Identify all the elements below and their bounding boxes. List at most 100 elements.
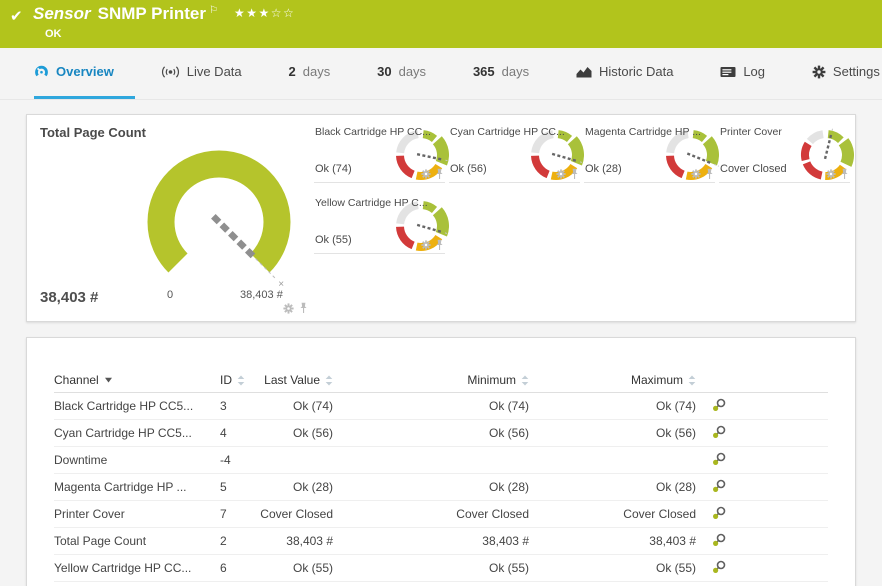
small-gauge-actions <box>826 168 849 180</box>
tab-label: Log <box>743 64 765 79</box>
col-header-minimum[interactable]: Minimum <box>333 373 529 387</box>
gauge-black-cartridge-hp-cc[interactable]: Black Cartridge HP CC... Ok (74) <box>314 119 445 183</box>
tab-label: Live Data <box>187 64 242 79</box>
table-row[interactable]: Downtime-4 <box>54 447 828 474</box>
gauge-yellow-cartridge-hp-c[interactable]: Yellow Cartridge HP C...Ok (55) <box>314 190 445 254</box>
cell-id: 3 <box>220 399 260 413</box>
col-header-label: Channel <box>54 373 99 387</box>
cell-channel: Cyan Cartridge HP CC5... <box>54 426 220 440</box>
cell-actions <box>696 479 828 496</box>
pin-icon[interactable] <box>705 168 714 180</box>
col-header-channel[interactable]: Channel <box>54 373 220 387</box>
gear-icon[interactable] <box>421 240 431 250</box>
cell-actions <box>696 506 828 523</box>
tab-live-data[interactable]: Live Data <box>161 64 242 79</box>
small-gauge-actions <box>421 168 444 180</box>
channel-settings-icon[interactable] <box>712 479 727 493</box>
small-gauge-actions <box>691 168 714 180</box>
main-gauge-actions <box>283 302 308 314</box>
status-ok-check-icon: ✔ <box>10 7 23 25</box>
gear-icon[interactable] <box>556 169 566 179</box>
cell-max: Ok (28) <box>529 480 696 494</box>
pin-icon[interactable] <box>840 168 849 180</box>
main-gauge-max-label: 38,403 # <box>240 289 283 301</box>
tab-2-days[interactable]: 2days <box>289 64 331 79</box>
gauge-icon <box>34 65 49 79</box>
table-row[interactable]: Cyan Cartridge HP CC5...4Ok (56)Ok (56)O… <box>54 420 828 447</box>
small-gauge-status: Ok (74) <box>315 163 352 175</box>
gear-icon[interactable] <box>826 169 836 179</box>
channel-settings-icon[interactable] <box>712 506 727 520</box>
tab-365-days[interactable]: 365 days <box>473 64 529 79</box>
cell-actions <box>696 560 828 577</box>
gear-icon[interactable] <box>691 169 701 179</box>
small-gauge-status: Ok (55) <box>315 234 352 246</box>
channels-table-panel: ChannelIDLast ValueMinimumMaximumBlack C… <box>26 337 856 586</box>
gauge-printer-cover[interactable]: Printer CoverCover Closed <box>719 119 850 183</box>
sort-icon <box>237 375 245 386</box>
gear-icon[interactable] <box>283 303 294 314</box>
cell-actions <box>696 452 828 469</box>
table-row[interactable]: Total Page Count238,403 #38,403 #38,403 … <box>54 528 828 555</box>
table-row[interactable]: Black Cartridge HP CC5...3Ok (74)Ok (74)… <box>54 393 828 420</box>
tab-overview[interactable]: Overview <box>34 64 114 79</box>
gauge-magenta-cartridge-hp[interactable]: Magenta Cartridge HP ...Ok (28) <box>584 119 715 183</box>
main-gauge: Total Page Count × 0 38,403 # 38,403 # <box>27 115 317 321</box>
cell-id: 2 <box>220 534 260 548</box>
cell-last: 38,403 # <box>260 534 333 548</box>
active-tab-underline <box>34 96 135 99</box>
tab-label: days <box>502 64 529 79</box>
table-row[interactable]: Magenta Cartridge HP ...5Ok (28)Ok (28)O… <box>54 474 828 501</box>
channel-settings-icon[interactable] <box>712 533 727 547</box>
cell-max: Ok (74) <box>529 399 696 413</box>
cell-actions <box>696 398 828 415</box>
cell-last: Ok (28) <box>260 480 333 494</box>
gear-icon[interactable] <box>421 169 431 179</box>
table-row[interactable]: Yellow Cartridge HP CC...6Ok (55)Ok (55)… <box>54 555 828 582</box>
tab-label: Historic Data <box>599 64 673 79</box>
cell-max: Ok (56) <box>529 426 696 440</box>
table-row[interactable]: Printer Cover7Cover ClosedCover ClosedCo… <box>54 501 828 528</box>
cell-channel: Yellow Cartridge HP CC... <box>54 561 220 575</box>
col-header-last-value[interactable]: Last Value <box>260 373 333 387</box>
main-gauge-value: 38,403 # <box>40 289 98 306</box>
gauge-cyan-cartridge-hp-cc[interactable]: Cyan Cartridge HP CC...Ok (56) <box>449 119 580 183</box>
small-gauge-title: Cyan Cartridge HP CC... <box>450 126 565 138</box>
tab-settings[interactable]: Settings <box>812 64 880 79</box>
cell-min: Ok (28) <box>333 480 529 494</box>
col-header-id[interactable]: ID <box>220 373 260 387</box>
col-header-label: Minimum <box>467 373 516 387</box>
tab-historic-data[interactable]: Historic Data <box>576 64 673 79</box>
flag-icon[interactable]: ⚐ <box>209 5 218 16</box>
col-header-label: Maximum <box>631 373 683 387</box>
cell-max: 38,403 # <box>529 534 696 548</box>
small-gauge-title: Black Cartridge HP CC... <box>315 126 431 138</box>
channel-settings-icon[interactable] <box>712 452 727 466</box>
col-header-label: Last Value <box>264 373 320 387</box>
channel-settings-icon[interactable] <box>712 398 727 412</box>
small-gauges-grid: Black Cartridge HP CC... Ok (74) Cyan Cart… <box>314 119 855 261</box>
cell-id: -4 <box>220 453 260 467</box>
cell-actions <box>696 533 828 550</box>
tab-bar: Overview Live Data 2days 30days 365 days Histo… <box>0 48 882 100</box>
sensor-overview-page: ✔ SensorSNMP Printer⚐★★★☆☆ OK OverviewLi… <box>0 0 882 586</box>
col-header-maximum[interactable]: Maximum <box>529 373 696 387</box>
cell-channel: Downtime <box>54 453 220 467</box>
channel-settings-icon[interactable] <box>712 425 727 439</box>
tab-30-days[interactable]: 30days <box>377 64 426 79</box>
pin-icon[interactable] <box>435 168 444 180</box>
tab-label: days <box>399 64 426 79</box>
status-badge: OK <box>45 28 62 40</box>
pin-icon[interactable] <box>570 168 579 180</box>
priority-stars[interactable]: ★★★☆☆ <box>234 6 295 20</box>
cell-max: Ok (55) <box>529 561 696 575</box>
channel-settings-icon[interactable] <box>712 560 727 574</box>
pin-icon[interactable] <box>435 239 444 251</box>
tab-log[interactable]: Log <box>720 64 765 79</box>
small-gauge-status: Cover Closed <box>720 163 787 175</box>
small-gauge-title: Magenta Cartridge HP ... <box>585 126 701 138</box>
cell-min: Ok (56) <box>333 426 529 440</box>
pin-icon[interactable] <box>299 302 308 314</box>
tab-num: 365 <box>473 64 495 79</box>
gauges-panel: Total Page Count × 0 38,403 # 38,403 # B… <box>26 114 856 322</box>
